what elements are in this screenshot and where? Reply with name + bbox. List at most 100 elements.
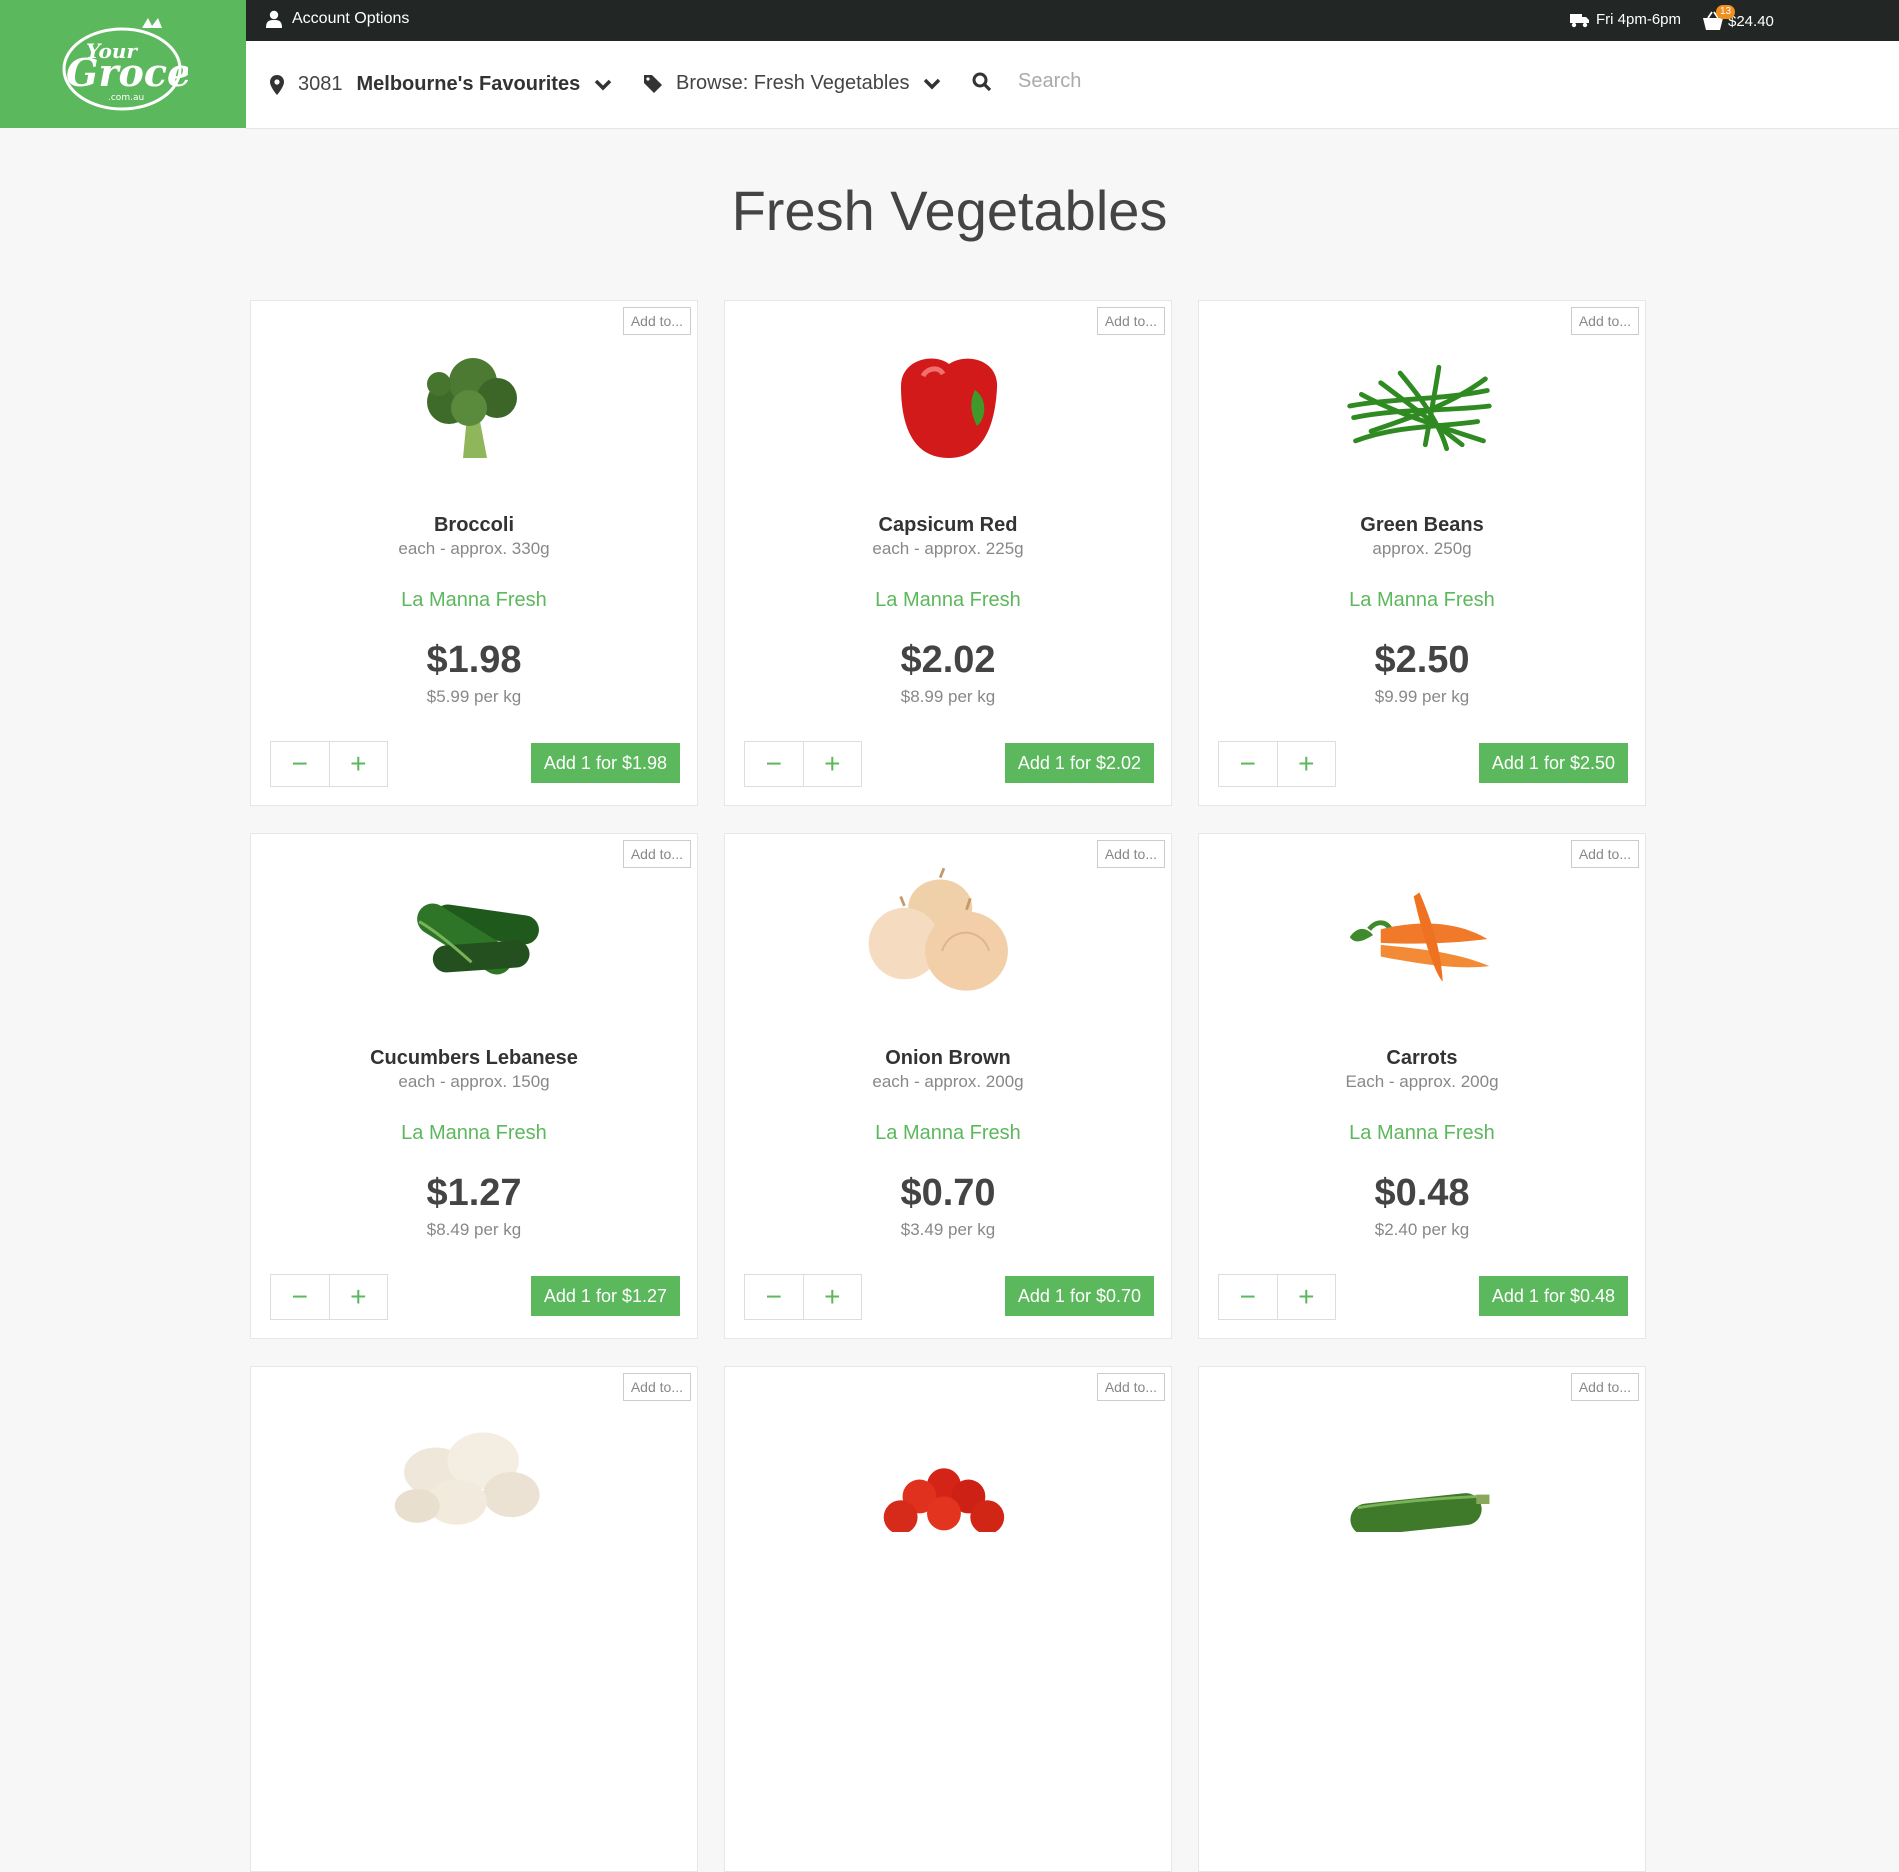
decrease-quantity-button[interactable]: − bbox=[745, 742, 804, 786]
add-to-cart-button[interactable]: Add 1 for $0.48 bbox=[1478, 1276, 1628, 1316]
product-card: Add to... Green Beans approx. 250g La Ma… bbox=[1198, 300, 1646, 806]
product-size: each - approx. 330g bbox=[398, 539, 550, 558]
logo-mark: Your Grocer .com.au bbox=[62, 18, 188, 111]
store-selector[interactable]: 3081 Melbourne's Favourites bbox=[270, 73, 612, 96]
postcode: 3081 bbox=[298, 73, 343, 95]
unit-price: $5.99 per kg bbox=[426, 687, 522, 706]
cucumber-image[interactable] bbox=[399, 874, 549, 1004]
green-beans-image[interactable] bbox=[1347, 341, 1497, 471]
search-icon[interactable] bbox=[972, 72, 992, 92]
search-bar bbox=[972, 69, 1320, 94]
yourgrocer-logo[interactable]: Your Grocer .com.au bbox=[0, 0, 246, 128]
product-brand[interactable]: La Manna Fresh bbox=[725, 589, 1171, 612]
product-price: $0.70 bbox=[900, 1172, 996, 1214]
increase-quantity-button[interactable]: + bbox=[804, 1275, 862, 1319]
product-brand[interactable]: La Manna Fresh bbox=[1199, 589, 1645, 612]
product-card: Add to... Carrots Each - approx. 200g La… bbox=[1198, 833, 1646, 1339]
add-to-list-button[interactable]: Add to... bbox=[622, 840, 691, 868]
quantity-stepper: − + bbox=[744, 1274, 862, 1320]
increase-quantity-button[interactable]: + bbox=[330, 742, 388, 786]
product-size: each - approx. 150g bbox=[398, 1072, 550, 1091]
product-price: $0.48 bbox=[1374, 1172, 1470, 1214]
add-to-cart-button[interactable]: Add 1 for $2.50 bbox=[1478, 743, 1628, 783]
capsicum-image[interactable] bbox=[873, 341, 1023, 471]
quantity-stepper: − + bbox=[744, 741, 862, 787]
delivery-slot[interactable]: Fri 4pm-6pm bbox=[1570, 11, 1681, 28]
product-size: Each - approx. 200g bbox=[1345, 1072, 1499, 1091]
broccoli-image[interactable] bbox=[399, 341, 549, 471]
add-to-list-button[interactable]: Add to... bbox=[1096, 840, 1165, 868]
product-size: approx. 250g bbox=[1372, 539, 1472, 558]
map-marker-icon bbox=[270, 74, 284, 95]
product-card: Add to... Capsicum Red each - approx. 22… bbox=[724, 300, 1172, 806]
delivery-slot-label: Fri 4pm-6pm bbox=[1596, 11, 1682, 28]
tag-icon bbox=[644, 74, 662, 93]
increase-quantity-button[interactable]: + bbox=[330, 1275, 388, 1319]
quantity-stepper: − + bbox=[270, 741, 388, 787]
product-name[interactable]: Capsicum Red bbox=[725, 514, 1171, 537]
product-name[interactable]: Broccoli bbox=[251, 514, 697, 537]
increase-quantity-button[interactable]: + bbox=[1278, 742, 1336, 786]
add-to-list-button[interactable]: Add to... bbox=[622, 307, 691, 335]
cherry-tomato-image[interactable] bbox=[873, 1407, 1023, 1537]
nav-bar: 3081 Melbourne's Favourites Browse: Fres… bbox=[246, 41, 1899, 129]
product-brand[interactable]: La Manna Fresh bbox=[725, 1122, 1171, 1145]
cart-total: $24.40 bbox=[1728, 12, 1774, 30]
add-to-list-button[interactable]: Add to... bbox=[622, 1373, 691, 1401]
add-to-list-button[interactable]: Add to... bbox=[1570, 1373, 1639, 1401]
product-name[interactable]: Carrots bbox=[1199, 1047, 1645, 1070]
product-brand[interactable]: La Manna Fresh bbox=[251, 589, 697, 612]
add-to-cart-button[interactable]: Add 1 for $2.02 bbox=[1004, 743, 1154, 783]
mushroom-image[interactable] bbox=[394, 1407, 549, 1537]
add-to-list-button[interactable]: Add to... bbox=[1570, 307, 1639, 335]
product-card: Add to... bbox=[724, 1366, 1172, 1872]
unit-price: $8.99 per kg bbox=[900, 687, 996, 706]
add-to-list-button[interactable]: Add to... bbox=[1096, 307, 1165, 335]
page-title: Fresh Vegetables bbox=[731, 179, 1168, 242]
product-price: $2.50 bbox=[1374, 639, 1470, 681]
product-name[interactable]: Cucumbers Lebanese bbox=[251, 1047, 697, 1070]
product-card: Add to... Broccoli each - approx. 330g L… bbox=[250, 300, 698, 806]
decrease-quantity-button[interactable]: − bbox=[271, 1275, 330, 1319]
account-options-menu[interactable]: Account Options bbox=[266, 10, 409, 28]
product-card: Add to... bbox=[250, 1366, 698, 1872]
decrease-quantity-button[interactable]: − bbox=[271, 742, 330, 786]
cart-count-badge: 13 bbox=[1716, 5, 1736, 19]
add-to-cart-button[interactable]: Add 1 for $1.27 bbox=[530, 1276, 680, 1316]
chevron-down-icon bbox=[594, 79, 612, 90]
product-card: Add to... Onion Brown each - approx. 200… bbox=[724, 833, 1172, 1339]
product-name[interactable]: Green Beans bbox=[1199, 514, 1645, 537]
cart-button[interactable]: 13 $24.40 bbox=[1702, 5, 1774, 31]
product-size: each - approx. 200g bbox=[872, 1072, 1024, 1091]
quantity-stepper: − + bbox=[1218, 741, 1336, 787]
add-to-list-button[interactable]: Add to... bbox=[1096, 1373, 1165, 1401]
product-brand[interactable]: La Manna Fresh bbox=[1199, 1122, 1645, 1145]
product-price: $1.98 bbox=[426, 639, 522, 681]
browse-label: Browse: Fresh Vegetables bbox=[676, 72, 910, 94]
decrease-quantity-button[interactable]: − bbox=[1219, 1275, 1278, 1319]
search-input[interactable] bbox=[1016, 69, 1320, 94]
basket-icon: 13 bbox=[1702, 5, 1736, 31]
product-brand[interactable]: La Manna Fresh bbox=[251, 1122, 697, 1145]
unit-price: $9.99 per kg bbox=[1374, 687, 1470, 706]
add-to-cart-button[interactable]: Add 1 for $1.98 bbox=[530, 743, 680, 783]
add-to-cart-button[interactable]: Add 1 for $0.70 bbox=[1004, 1276, 1154, 1316]
unit-price: $3.49 per kg bbox=[900, 1220, 996, 1239]
add-to-list-button[interactable]: Add to... bbox=[1570, 840, 1639, 868]
chevron-down-icon bbox=[924, 78, 941, 89]
zucchini-image[interactable] bbox=[1347, 1407, 1497, 1537]
logo-text-domain: .com.au bbox=[108, 93, 144, 103]
product-card: Add to... bbox=[1198, 1366, 1646, 1872]
product-price: $2.02 bbox=[900, 639, 996, 681]
browse-category-selector[interactable]: Browse: Fresh Vegetables bbox=[644, 72, 941, 95]
truck-icon bbox=[1570, 13, 1589, 27]
decrease-quantity-button[interactable]: − bbox=[1219, 742, 1278, 786]
onion-image[interactable] bbox=[868, 867, 1023, 1004]
increase-quantity-button[interactable]: + bbox=[804, 742, 862, 786]
product-card: Add to... Cucumbers Lebanese each - appr… bbox=[250, 833, 698, 1339]
increase-quantity-button[interactable]: + bbox=[1278, 1275, 1336, 1319]
carrot-image[interactable] bbox=[1347, 874, 1497, 1004]
product-name[interactable]: Onion Brown bbox=[725, 1047, 1171, 1070]
account-options-label: Account Options bbox=[292, 10, 410, 27]
decrease-quantity-button[interactable]: − bbox=[745, 1275, 804, 1319]
